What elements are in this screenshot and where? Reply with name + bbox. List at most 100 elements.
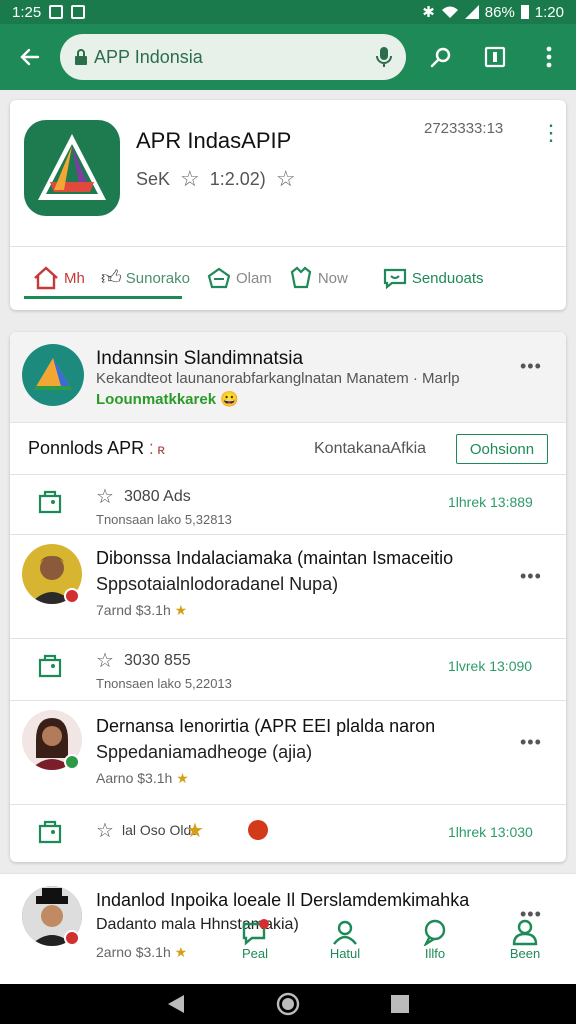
more-horiz-icon[interactable]: •••: [520, 732, 542, 753]
nav-recents-icon[interactable]: [390, 994, 410, 1014]
more-horiz-icon[interactable]: •••: [520, 566, 542, 587]
tab-label: Senduoats: [411, 269, 484, 287]
tab-indicator: [24, 296, 182, 299]
overflow-menu-button[interactable]: [522, 24, 576, 90]
star-icon: ☆: [275, 166, 296, 191]
post-title: Dibonssa Indalaciamaka (maintan Ismaceit…: [96, 548, 454, 568]
chat-bubble-icon: [423, 919, 446, 946]
back-button[interactable]: [0, 24, 60, 90]
shop-icon: [207, 267, 231, 289]
app-code: 2723333:13: [424, 120, 504, 137]
row-time: 1lhrek 13:030: [448, 824, 533, 840]
status-bar: 1:25 ✱ 86% 1:20: [0, 0, 576, 24]
post-meta: Aarno $3.1h ★: [96, 770, 189, 786]
nav-label: Hatul: [329, 946, 361, 961]
back-arrow-icon: [20, 48, 40, 66]
signal-icon: [464, 5, 479, 19]
group-description: Kekandteot launanorabfarkanglnatan Manat…: [96, 370, 460, 387]
tab-senduoats[interactable]: Senduoats: [374, 246, 492, 310]
star-icon: ☆: [96, 650, 114, 672]
divider: [10, 474, 566, 475]
tab-label: Olam: [235, 269, 272, 287]
status-badge: [64, 930, 80, 946]
search-text: APP Indonsia: [94, 46, 203, 67]
bottom-nav-peal[interactable]: Peal: [210, 918, 300, 974]
group-header[interactable]: Indannsin Slandimnatsia Kekandteot launa…: [10, 332, 566, 422]
star-icon: ☆: [96, 820, 114, 842]
mic-icon[interactable]: [376, 46, 392, 68]
shop-icon[interactable]: [36, 652, 64, 680]
wifi-icon: [441, 6, 458, 18]
person-icon: [512, 919, 538, 946]
shop-icon[interactable]: [36, 818, 64, 846]
tab-home[interactable]: Mh: [24, 246, 93, 310]
more-horiz-icon[interactable]: •••: [520, 356, 542, 377]
bottom-nav-been[interactable]: Been: [480, 918, 570, 974]
notification-icon: [71, 5, 86, 19]
app-rating: 1:2.02): [209, 168, 266, 189]
feed-card: Indannsin Slandimnatsia Kekandteot launa…: [10, 332, 566, 862]
search-button[interactable]: [414, 24, 468, 90]
downloads-right-label: KontakanaAfkia: [314, 440, 427, 457]
group-title: Indannsin Slandimnatsia: [96, 348, 304, 369]
battery-icon: [520, 5, 529, 19]
search-icon: [430, 47, 451, 68]
shop-icon[interactable]: [36, 488, 64, 516]
post-meta: 7arnd $3.1h ★: [96, 602, 188, 618]
chat-icon: [242, 919, 269, 946]
downloads-title: Ponnlods APR ⁚ ʀ: [28, 438, 166, 458]
app-logo[interactable]: [24, 120, 120, 216]
status-badge: [64, 588, 80, 604]
search-bar[interactable]: APP Indonsia: [60, 34, 406, 80]
post-meta: 2arno $3.1h ★: [96, 944, 188, 960]
app-header-card: APR IndasAPIP SeK ☆ 1:2.02) ☆ 2723333:13…: [10, 100, 566, 310]
nav-label: Illfo: [424, 946, 446, 961]
nav-back-icon[interactable]: [166, 993, 186, 1015]
row-time: 1lhrek 13:889: [448, 494, 533, 510]
star-icon: ☆: [180, 166, 200, 191]
divider: [10, 700, 566, 701]
tab-bar: Mh 👍︎ Sunorako Olam Now Senduoats: [10, 246, 566, 310]
bag-icon: [290, 266, 312, 289]
nav-label: Been: [509, 946, 541, 961]
star-icon: ☆: [96, 486, 114, 508]
status-time: 1:25: [12, 3, 42, 21]
app-sub-left: SeK: [136, 168, 171, 189]
bluetooth-icon: ✱: [422, 4, 435, 21]
status-badge: [64, 754, 80, 770]
app-subtitle: SeK ☆ 1:2.02) ☆: [136, 166, 296, 192]
bottom-nav: Peal Hatul Illfo Been: [210, 918, 570, 974]
row-title: 3080 Ads: [124, 488, 191, 505]
more-vert-icon: [546, 46, 552, 68]
tabs-icon: [484, 46, 506, 68]
battery-level: 86%: [484, 3, 515, 21]
row-subtitle: Tnonsaan lako 5,32813: [96, 512, 232, 527]
tabs-button[interactable]: [468, 24, 522, 90]
emoji-icon: [248, 820, 268, 840]
app-title: APR IndasAPIP: [136, 128, 292, 153]
status-clock: 1:20: [534, 3, 564, 21]
divider: [10, 638, 566, 639]
downloads-title-suffix: ⁚ ʀ: [149, 441, 166, 457]
post-title: Dernansa Ienorirtia (APR EEI plalda naro…: [96, 716, 436, 736]
star-icon: ★: [174, 602, 188, 618]
row-title: 3030 855: [124, 652, 191, 669]
nav-home-icon[interactable]: [276, 992, 300, 1016]
star-filled-icon: ★: [186, 820, 204, 842]
thumbs-up-icon: 👍︎: [100, 267, 122, 289]
home-icon: [34, 266, 58, 290]
bottom-nav-illfo[interactable]: Illfo: [390, 918, 480, 974]
more-vert-icon[interactable]: ⋮: [540, 122, 562, 144]
downloads-button[interactable]: Oohsionn: [456, 434, 548, 464]
tab-label: Mh: [64, 269, 85, 287]
tab-label: Now: [317, 269, 348, 287]
tab-thumbs[interactable]: 👍︎ Sunorako: [93, 246, 198, 310]
row-time: 1lvrek 13:090: [448, 658, 533, 674]
tab-now[interactable]: Now: [280, 246, 356, 310]
post-subtitle: Sppedaniamadheoge (ajia): [96, 742, 313, 762]
chat-icon: [383, 268, 406, 290]
group-tag: Loounmatkkarek 😀: [96, 391, 239, 408]
tab-shop[interactable]: Olam: [198, 246, 280, 310]
bottom-nav-hatul[interactable]: Hatul: [300, 918, 390, 974]
system-nav-bar: [0, 984, 576, 1024]
